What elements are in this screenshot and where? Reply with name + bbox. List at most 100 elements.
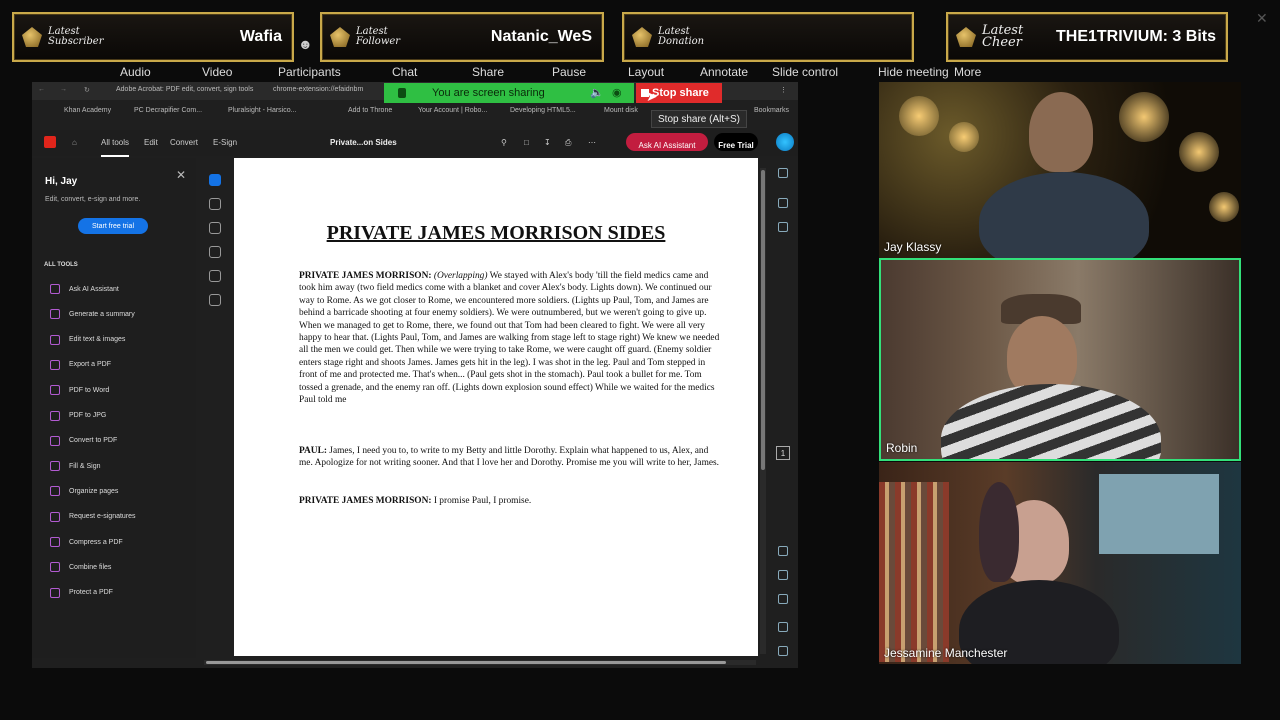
zoom-out-icon[interactable] <box>778 646 788 656</box>
reload-icon[interactable]: ↻ <box>84 86 90 94</box>
banner-value: Natanic_WeS <box>490 28 592 45</box>
save-icon[interactable] <box>778 594 788 604</box>
stamp-icon[interactable] <box>209 294 221 306</box>
toolbar-pause[interactable]: Pause <box>552 65 586 79</box>
tool-label: Compress a PDF <box>69 538 123 546</box>
eraser-icon[interactable] <box>209 246 221 258</box>
toolbar-audio[interactable]: Audio <box>120 65 151 79</box>
tool-icon <box>50 334 60 345</box>
tool-item[interactable]: PDF to Word <box>50 383 109 397</box>
bookmark-item[interactable]: Mount disk <box>604 107 638 114</box>
tab-convert[interactable]: Convert <box>170 138 198 147</box>
tool-icon <box>50 309 60 320</box>
video-tile-jessamine[interactable]: Jessamine Manchester <box>879 462 1241 664</box>
tool-icon <box>50 359 60 370</box>
menu-icon[interactable]: ⋮ <box>780 86 787 94</box>
tool-icon <box>50 537 60 547</box>
select-icon[interactable] <box>209 174 221 186</box>
tool-item[interactable]: Protect a PDF <box>50 586 113 600</box>
search-icon[interactable]: ⚲ <box>501 138 507 147</box>
participant-name: Jessamine Manchester <box>884 646 1008 660</box>
free-trial-button[interactable]: Free Trial <box>714 133 758 151</box>
scroll-thumb[interactable] <box>761 170 765 470</box>
page-number[interactable]: 1 <box>776 446 790 460</box>
document-title: PRIVATE JAMES MORRISON SIDES <box>326 222 666 244</box>
toolbar-annotate[interactable]: Annotate <box>700 65 748 79</box>
toolbar-chat[interactable]: Chat <box>392 65 417 79</box>
rotate-icon[interactable] <box>778 570 788 580</box>
ask-ai-label: Ask AI Assistant <box>638 141 696 150</box>
tool-label: Ask AI Assistant <box>69 285 119 293</box>
tool-item[interactable]: Generate a summary <box>50 307 135 321</box>
meeting-toolbar: Audio Video Participants Chat Share Paus… <box>100 63 1020 81</box>
latest-cheer-banner: Latest Cheer THE1TRIVIUM: 3 Bits <box>946 12 1228 62</box>
bookmark-item[interactable]: Bookmarks <box>754 107 789 114</box>
bookmark-icon[interactable] <box>778 198 788 208</box>
tool-label: Request e-signatures <box>69 513 136 521</box>
document-name[interactable]: Private...on Sides <box>330 138 397 147</box>
bookmark-item[interactable]: Developing HTML5... <box>510 107 576 114</box>
toolbar-participants[interactable]: Participants <box>278 65 341 79</box>
zoom-icon[interactable] <box>209 198 221 210</box>
grid-icon[interactable] <box>778 222 788 232</box>
tab-esign[interactable]: E-Sign <box>213 138 237 147</box>
sharing-status: You are screen sharing <box>432 87 545 99</box>
tab-title[interactable]: Adobe Acrobat: PDF edit, convert, sign t… <box>116 86 253 93</box>
bookmark-item[interactable]: Add to Throne <box>348 107 392 114</box>
tool-item[interactable]: Combine files <box>50 560 111 574</box>
tool-item[interactable]: Ask AI Assistant <box>50 282 119 296</box>
toolbar-layout[interactable]: Layout <box>628 65 664 79</box>
tab-all-tools[interactable]: All tools <box>101 138 130 157</box>
bookmark-item[interactable]: Pluralsight - Harsico... <box>228 107 296 114</box>
close-icon[interactable]: ✕ <box>1256 10 1268 27</box>
scroll-thumb[interactable] <box>206 661 726 664</box>
avatar[interactable] <box>776 133 794 151</box>
tool-item[interactable]: Export a PDF <box>50 358 111 372</box>
home-icon[interactable]: ⌂ <box>72 138 77 147</box>
close-icon[interactable]: ✕ <box>176 168 186 182</box>
pen-icon[interactable] <box>209 222 221 234</box>
screen-sharing-bar: You are screen sharing 🔈 ◉ <box>384 83 634 103</box>
toolbar-slide-control[interactable]: Slide control <box>772 65 838 79</box>
forward-icon[interactable]: → <box>60 86 67 93</box>
text-icon[interactable] <box>209 270 221 282</box>
ai-icon[interactable] <box>778 546 788 556</box>
trial-label: Start free trial <box>91 222 134 230</box>
horizontal-scrollbar[interactable] <box>204 660 756 665</box>
bookmark-item[interactable]: Khan Academy <box>64 107 111 114</box>
volume-icon[interactable]: 🔈 <box>590 86 604 99</box>
video-tile-robin[interactable]: Robin <box>879 258 1241 461</box>
tab-edit[interactable]: Edit <box>144 138 158 147</box>
more-icon[interactable]: ⋯ <box>588 138 596 147</box>
toolbar-more[interactable]: More <box>954 65 981 79</box>
tool-item[interactable]: Convert to PDF <box>50 434 117 448</box>
tool-item[interactable]: Request e-signatures <box>50 510 136 524</box>
bookmark-item[interactable]: PC Decrapifier Com... <box>134 107 202 114</box>
tool-item[interactable]: Compress a PDF <box>50 535 123 549</box>
tool-label: Generate a summary <box>69 310 135 318</box>
start-free-trial-button[interactable]: Start free trial <box>78 218 148 234</box>
print-icon[interactable]: ⎙ <box>565 138 571 148</box>
bookmark-item[interactable]: Your Account | Robo... <box>418 107 487 114</box>
zoom-in-icon[interactable] <box>778 622 788 632</box>
stop-share-tooltip: Stop share (Alt+S) <box>651 110 747 128</box>
tool-icon <box>50 435 60 446</box>
toolbar-hide-meeting[interactable]: Hide meeting <box>878 65 949 79</box>
pages-icon[interactable]: □ <box>524 138 529 147</box>
video-tile-jay[interactable]: Jay Klassy <box>879 82 1241 258</box>
url-text[interactable]: chrome-extension://efaidnbm <box>273 86 363 93</box>
tool-item[interactable]: Fill & Sign <box>50 459 101 473</box>
tool-item[interactable]: Edit text & images <box>50 333 125 347</box>
tool-item[interactable]: PDF to JPG <box>50 409 106 423</box>
ask-ai-button[interactable]: Ask AI Assistant <box>626 133 708 151</box>
vertical-scrollbar[interactable] <box>760 168 766 654</box>
tool-item[interactable]: Organize pages <box>50 484 118 498</box>
toolbar-share[interactable]: Share <box>472 65 504 79</box>
speaker: PRIVATE JAMES MORRISON: <box>299 271 432 281</box>
people-icon: ☻ <box>298 36 313 52</box>
download-icon[interactable]: ↧ <box>544 138 551 147</box>
speaker: PAUL: <box>299 446 327 456</box>
toolbar-video[interactable]: Video <box>202 65 232 79</box>
comment-icon[interactable] <box>778 168 788 178</box>
back-icon[interactable]: ← <box>38 86 45 93</box>
